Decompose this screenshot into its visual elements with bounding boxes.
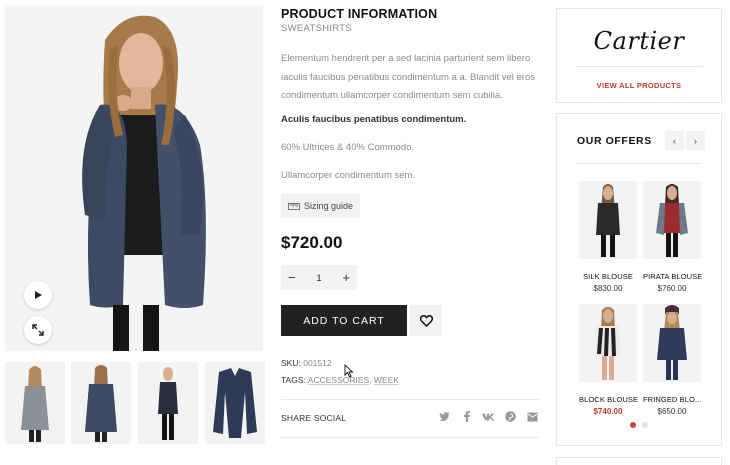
product-title: PRODUCT INFORMATION [281,7,438,21]
thumbnail-1[interactable] [5,362,65,444]
brand-widget: Cartier VIEW ALL PRODUCTS [556,8,722,103]
view-all-products-link[interactable]: VIEW ALL PRODUCTS [557,81,721,90]
chevron-right-icon: › [694,135,697,146]
offer-name[interactable]: SILK BLOUSE [579,272,637,281]
carousel-dots [630,422,648,428]
carousel-dot[interactable] [630,422,636,428]
offer-item[interactable]: FRINGED BLO... $650.00 [643,304,701,416]
offer-item[interactable]: BLOCK BLOUSE $740.00 [579,304,638,416]
thumbnail-grey-cardigan [21,366,49,442]
ruler-icon [288,202,300,210]
product-description: Elementum hendrerit per a sed lacinia pa… [281,53,536,101]
sku-label: SKU: [281,358,301,368]
offer-image[interactable] [579,304,637,382]
pinterest-icon[interactable] [504,410,517,423]
mouse-cursor-icon [344,364,354,378]
offers-title: OUR OFFERS [577,135,652,147]
divider [577,163,701,164]
sizing-guide-button[interactable]: Sizing guide [281,194,361,218]
offer-price: $650.00 [657,407,687,416]
tag-link[interactable]: ACCESSORIES [308,375,369,385]
increase-quantity-button[interactable]: + [342,271,350,284]
thumbnail-2[interactable] [71,362,131,444]
offer-image[interactable] [579,181,637,259]
divider [575,66,703,67]
chevron-left-icon: ‹ [673,135,676,146]
heart-icon [419,314,433,327]
twitter-icon[interactable] [438,410,451,423]
divider [281,399,539,400]
offer-image[interactable] [643,181,701,259]
product-category[interactable]: SWEATSHIRTS [281,23,352,34]
add-to-cart-button[interactable]: ADD TO CART [281,305,407,336]
offer-name[interactable]: BLOCK BLOUSE [579,395,638,404]
share-social-label: SHARE SOCIAL [281,413,347,423]
sku-value: 001512 [303,358,332,368]
decrease-quantity-button[interactable]: − [288,271,296,284]
thumbnail-navy-cardigan-back [85,365,117,442]
offers-next-button[interactable]: › [686,131,705,150]
thumbnail-4[interactable] [205,362,265,444]
thumbnail-strip [5,362,265,444]
offer-name[interactable]: PIRATA BLOUSE [643,272,702,281]
product-composition: 60% Ultrices & 40% Commodo. [281,142,415,153]
offer-sale-price: $740.00 [593,407,623,416]
expand-icon [32,324,44,336]
product-price: $720.00 [281,233,343,252]
brand-logo[interactable]: Cartier [557,27,721,55]
facebook-icon[interactable] [460,410,473,423]
offer-image[interactable] [643,304,701,382]
thumbnail-navy-cardigan-flat [213,368,257,438]
thumbnail-3[interactable] [138,362,198,444]
expand-image-button[interactable] [24,316,52,344]
tags-row: TAGS: ACCESSORIES, WEEK [281,375,399,385]
thumbnail-dark-outfit [158,367,178,440]
offers-prev-button[interactable]: ‹ [665,131,684,150]
offers-widget: OUR OFFERS ‹ › SILK BLOUSE $830.00 PIRAT… [556,113,722,446]
wishlist-button[interactable] [410,305,442,336]
offer-item[interactable]: PIRATA BLOUSE $760.00 [643,181,702,293]
offer-item[interactable]: SILK BLOUSE $830.00 [579,181,637,293]
next-sidebar-widget [556,457,722,465]
sku-row: SKU: 001512 [281,358,332,368]
social-share-links [438,410,539,423]
vk-icon[interactable] [482,410,495,423]
sizing-guide-label: Sizing guide [304,201,354,211]
product-highlight: Aculis faucibus penatibus condimentum. [281,114,467,125]
carousel-dot[interactable] [642,422,648,428]
offer-name[interactable]: FRINGED BLO... [643,395,701,404]
product-main-image[interactable] [5,5,263,351]
tag-link[interactable]: WEEK [374,375,399,385]
play-video-button[interactable] [24,281,52,309]
tags-label: TAGS: [281,375,306,385]
play-icon [35,291,42,299]
offer-price: $830.00 [593,284,623,293]
product-note: Ullamcorper condimentum sem. [281,170,416,181]
offer-price: $760.00 [657,284,687,293]
quantity-value[interactable]: 1 [316,273,321,283]
mail-icon[interactable] [526,410,539,423]
divider [281,437,539,438]
quantity-stepper: − 1 + [281,265,357,290]
